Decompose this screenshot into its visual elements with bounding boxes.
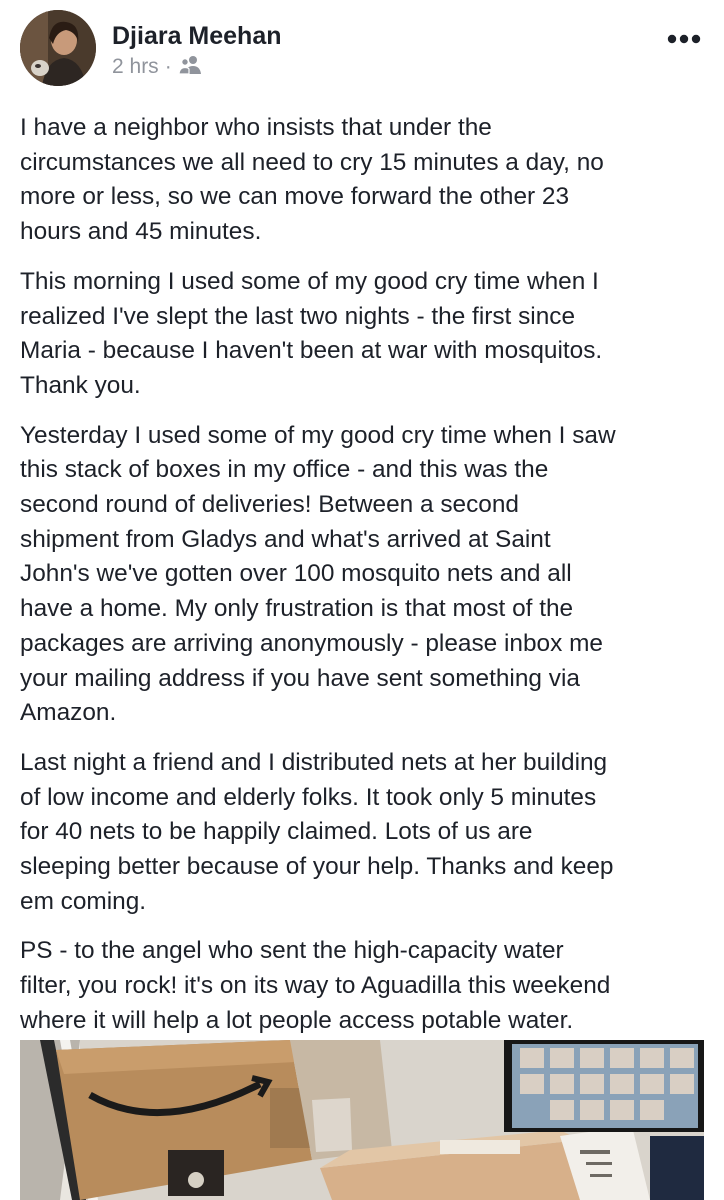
post-header: Djiara Meehan 2 hrs · [0, 0, 724, 100]
post-paragraph: Last night a friend and I distributed ne… [20, 748, 614, 915]
post-paragraph: This morning I used some of my good cry … [20, 267, 603, 399]
author-avatar[interactable] [20, 10, 96, 86]
friends-icon[interactable] [178, 54, 202, 76]
post-photo[interactable] [20, 1040, 704, 1200]
post-time[interactable]: 2 hrs [112, 55, 159, 79]
post-text: I have a neighbor who insists that under… [20, 111, 710, 1054]
post-meta: 2 hrs · [112, 55, 202, 79]
meta-separator: · [164, 55, 172, 78]
post-paragraph: PS - to the angel who sent the high-capa… [20, 937, 611, 1034]
more-options-icon[interactable] [664, 24, 704, 50]
post-paragraph: I have a neighbor who insists that under… [20, 114, 604, 246]
post-paragraph: Yesterday I used some of my good cry tim… [20, 421, 616, 727]
author-name[interactable]: Djiara Meehan [112, 22, 282, 51]
